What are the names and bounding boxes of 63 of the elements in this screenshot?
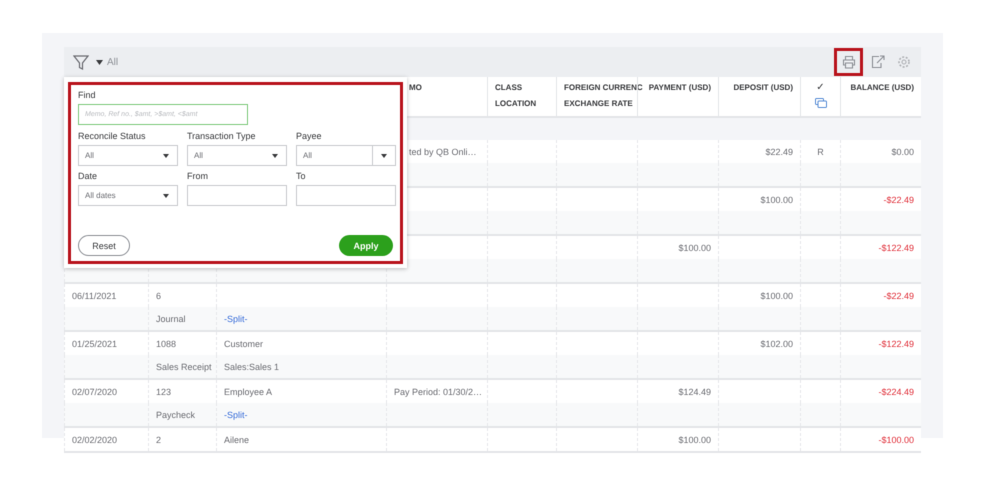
table-cell: 01/25/2021 xyxy=(72,338,118,348)
print-button[interactable] xyxy=(834,48,863,76)
table-cell: 123 xyxy=(156,386,172,396)
table-cell: Employee A xyxy=(224,386,272,396)
table-cell: -$122.49 xyxy=(878,338,914,348)
field-label: From xyxy=(187,171,209,181)
apply-button[interactable]: Apply xyxy=(339,235,393,256)
field-label: Transaction Type xyxy=(187,131,257,141)
column-header: EXCHANGE RATE xyxy=(564,98,633,109)
table-cell: 02/02/2020 xyxy=(72,434,118,444)
table-cell: 06/11/2021 xyxy=(72,290,116,300)
table-cell: Pay Period: 01/30/2… xyxy=(394,386,482,396)
table-cell: -$224.49 xyxy=(878,386,914,396)
split-link[interactable]: -Split- xyxy=(224,314,248,324)
table-cell: -$100.00 xyxy=(878,434,914,444)
table-cell: 2 xyxy=(156,434,162,444)
combo-box[interactable]: All xyxy=(296,145,396,166)
table-cell: 1088 xyxy=(156,338,176,348)
table-cell: $100.00 xyxy=(760,194,793,204)
column-header: BALANCE (USD) xyxy=(850,82,914,93)
table-cell: Paycheck xyxy=(156,410,196,420)
table-cell: Customer xyxy=(224,338,264,348)
column-header: PAYMENT (USD) xyxy=(648,82,711,93)
copy-icon[interactable] xyxy=(814,98,826,108)
table-cell: -$22.49 xyxy=(883,290,914,300)
table-cell: Sales:Sales 1 xyxy=(224,362,280,372)
column-header: ✓ xyxy=(816,82,825,93)
column-header: MO xyxy=(409,82,422,93)
caret-icon[interactable] xyxy=(96,60,103,64)
date-input[interactable] xyxy=(187,185,287,206)
column-header: FOREIGN CURRENC xyxy=(564,82,643,93)
dropdown[interactable]: All xyxy=(78,145,178,166)
table-cell: Ailene xyxy=(224,434,250,444)
dropdown[interactable]: All xyxy=(187,145,287,166)
table-cell: $124.49 xyxy=(678,386,711,396)
field-label: To xyxy=(296,171,307,181)
table-cell: 6 xyxy=(156,290,162,300)
find-label: Find xyxy=(78,90,97,100)
table-cell: $102.00 xyxy=(760,338,793,348)
table-cell: $100.00 xyxy=(678,434,711,444)
field-label: Payee xyxy=(296,131,323,141)
column-header: CLASS xyxy=(495,82,522,93)
column-header: DEPOSIT (USD) xyxy=(733,82,793,93)
table-cell: 02/07/2020 xyxy=(72,386,118,396)
table-cell: Sales Receipt xyxy=(156,362,212,372)
field-label: Reconcile Status xyxy=(78,131,147,141)
date-input[interactable] xyxy=(296,185,396,206)
reset-button[interactable]: Reset xyxy=(78,235,130,256)
dropdown[interactable]: All dates xyxy=(78,185,178,206)
column-header: LOCATION xyxy=(495,98,536,109)
filter-label: All xyxy=(107,56,118,68)
table-cell: -$22.49 xyxy=(883,194,914,204)
field-label: Date xyxy=(78,171,98,181)
table-cell: Journal xyxy=(156,314,186,324)
split-link[interactable]: -Split- xyxy=(224,410,248,420)
table-cell: -$122.49 xyxy=(878,242,914,252)
printer-icon xyxy=(842,55,856,69)
table-cell: $0.00 xyxy=(891,146,914,156)
table-cell: $22.49 xyxy=(765,146,793,156)
table-cell: $100.00 xyxy=(760,290,793,300)
table-cell: R xyxy=(817,146,824,156)
table-cell: ted by QB Onli… xyxy=(409,146,477,156)
table-cell: $100.00 xyxy=(678,242,711,252)
